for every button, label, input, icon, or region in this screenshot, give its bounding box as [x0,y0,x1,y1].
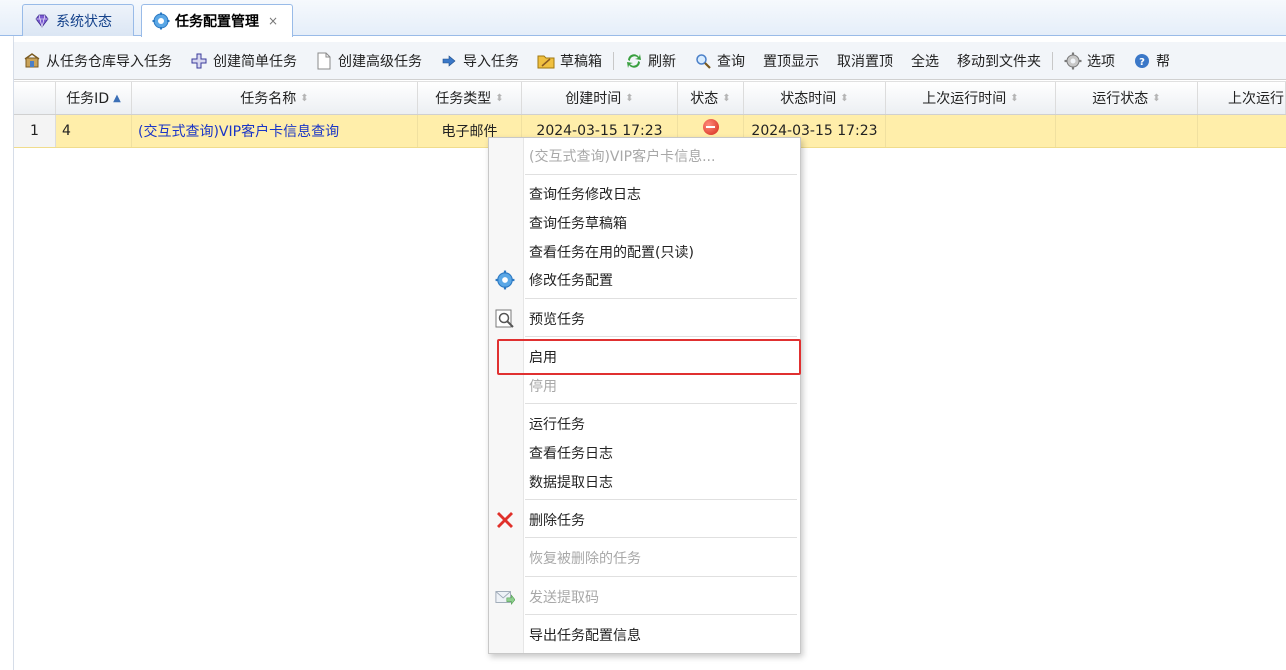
gear-icon [495,270,515,290]
close-icon[interactable]: × [268,14,278,28]
tab-task-config[interactable]: 任务配置管理 × [141,4,293,37]
sort-icon: ⬍ [840,92,849,104]
import-from-repo-button[interactable]: 从任务仓库导入任务 [14,46,181,76]
menu-separator [525,614,797,615]
menu-item-disable: 停用 [529,379,557,395]
repository-icon [23,52,41,70]
highlight-box [497,339,801,375]
menu-separator [525,576,797,577]
menu-separator [525,174,797,175]
column-header-created[interactable]: 创建时间 ⬍ [522,82,678,114]
refresh-button[interactable]: 刷新 [616,46,685,76]
move-to-folder-button[interactable]: 移动到文件夹 [948,46,1050,76]
cell-run-status [1056,115,1198,147]
unpin-top-button[interactable]: 取消置顶 [828,46,902,76]
toolbar-separator [1052,51,1053,70]
sort-icon: ⬍ [300,92,309,104]
row-number: 1 [14,115,56,147]
pin-top-button[interactable]: 置顶显示 [754,46,828,76]
menu-item-extract-log[interactable]: 数据提取日志 [489,468,800,496]
menu-item-preview[interactable]: 预览任务 [489,305,800,333]
menu-separator [525,403,797,404]
column-header-last-run[interactable]: 上次运行时间 ⬍ [886,82,1056,114]
sort-icon: ⬍ [1152,92,1161,104]
toolbar: 从任务仓库导入任务 创建简单任务 创建高级任务 导入任务 草稿箱 刷新 查询 置… [14,42,1286,80]
help-icon: ? [1133,52,1151,70]
menu-item-export-config[interactable]: 导出任务配置信息 [489,621,800,649]
menu-item-send-code: 发送提取码 [489,583,800,611]
plus-icon [190,52,208,70]
tab-system-status[interactable]: 系统状态 [22,4,134,36]
diamond-icon [33,12,51,30]
cell-id: 4 [56,115,132,147]
menu-separator [525,499,797,500]
menu-title: (交互式查询)VIP客户卡信息... [529,149,716,165]
sort-icon: ⬍ [722,92,731,104]
tab-strip: 系统状态 任务配置管理 × [0,0,1286,37]
left-panel-edge [0,36,14,670]
import-arrow-icon [440,52,458,70]
help-button[interactable]: ? 帮 [1124,46,1179,76]
cell-last-run [886,115,1056,147]
gear-icon [152,12,170,30]
svg-text:?: ? [1139,57,1145,68]
grid-header: 任务ID ▲ 任务名称 ⬍ 任务类型 ⬍ 创建时间 ⬍ 状态 ⬍ 状态时间 ⬍ 上次运行时间… [14,81,1286,115]
stop-status-icon [702,119,719,135]
menu-item-run[interactable]: 运行任务 [489,410,800,438]
tab-label: 系统状态 [56,13,112,30]
sort-icon: ⬍ [1010,92,1019,104]
cell-last-run-2 [1198,115,1286,147]
menu-item-view-config-readonly[interactable]: 查看任务在用的配置(只读) [489,238,800,266]
column-header-id[interactable]: 任务ID ▲ [56,82,132,114]
options-button[interactable]: 选项 [1055,46,1124,76]
sort-icon: ⬍ [495,92,504,104]
toolbar-separator [613,51,614,70]
column-header-run-status[interactable]: 运行状态 ⬍ [1056,82,1198,114]
menu-separator [525,298,797,299]
menu-item-delete[interactable]: 删除任务 [489,506,800,534]
query-button[interactable]: 查询 [685,46,754,76]
cell-task-name-link[interactable]: (交互式查询)VIP客户卡信息查询 [132,115,418,147]
select-all-button[interactable]: 全选 [902,46,948,76]
create-advanced-task-button[interactable]: 创建高级任务 [306,46,431,76]
create-simple-task-button[interactable]: 创建简单任务 [181,46,306,76]
menu-item-query-drafts[interactable]: 查询任务草稿箱 [489,209,800,237]
context-menu: (交互式查询)VIP客户卡信息... 查询任务修改日志 查询任务草稿箱 查看任务… [488,137,801,654]
gear-icon [1064,52,1082,70]
sort-asc-icon: ▲ [113,92,121,104]
menu-separator [525,537,797,538]
column-header-status-time[interactable]: 状态时间 ⬍ [744,82,886,114]
rownum-header [14,82,56,114]
folder-icon [537,52,555,70]
import-task-button[interactable]: 导入任务 [431,46,528,76]
column-header-status[interactable]: 状态 ⬍ [678,82,744,114]
column-header-type[interactable]: 任务类型 ⬍ [418,82,522,114]
sort-icon: ⬍ [625,92,634,104]
menu-item-view-log[interactable]: 查看任务日志 [489,439,800,467]
menu-item-query-change-log[interactable]: 查询任务修改日志 [489,180,800,208]
delete-x-icon [495,510,515,530]
column-header-name[interactable]: 任务名称 ⬍ [132,82,418,114]
mail-send-icon [495,587,515,607]
column-header-last-run-2[interactable]: 上次运行 [1198,82,1286,114]
drafts-button[interactable]: 草稿箱 [528,46,611,76]
menu-separator [525,336,797,337]
refresh-icon [625,52,643,70]
preview-icon [495,309,515,329]
search-icon [694,52,712,70]
menu-item-restore-deleted: 恢复被删除的任务 [529,551,641,567]
menu-item-modify-config[interactable]: 修改任务配置 [489,266,800,294]
tab-label: 任务配置管理 [175,14,259,30]
document-icon [315,52,333,70]
